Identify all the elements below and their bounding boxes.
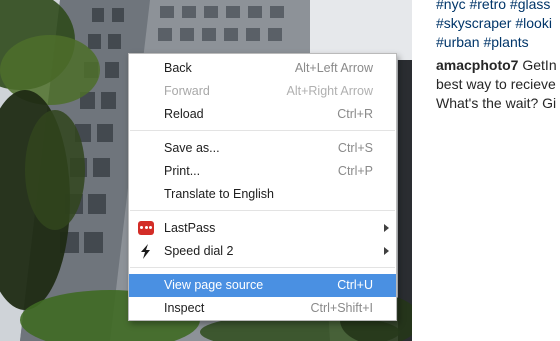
menu-item-translate[interactable]: Translate to English <box>129 183 396 206</box>
menu-item-inspect[interactable]: Inspect Ctrl+Shift+I <box>129 297 396 320</box>
menu-item-label: Print... <box>164 164 201 178</box>
menu-item-speed-dial[interactable]: Speed dial 2 <box>129 240 396 263</box>
menu-item-label: Save as... <box>164 141 220 155</box>
submenu-arrow-icon <box>384 224 389 232</box>
lastpass-icon <box>138 221 154 235</box>
hashtag-line[interactable]: #urban #plants <box>436 33 529 52</box>
menu-item-shortcut: Ctrl+U <box>337 278 373 292</box>
menu-item-label: Reload <box>164 107 204 121</box>
submenu-arrow-icon <box>384 247 389 255</box>
menu-item-print[interactable]: Print... Ctrl+P <box>129 160 396 183</box>
menu-item-label: Inspect <box>164 301 205 315</box>
menu-item-label: View page source <box>164 278 264 292</box>
menu-item-label: Translate to English <box>164 187 275 201</box>
hashtag-line[interactable]: #skyscraper #looki <box>436 14 552 33</box>
menu-item-shortcut: Ctrl+S <box>337 141 373 155</box>
post-caption-panel: #nyc #retro #glass #skyscraper #looki #u… <box>436 0 560 341</box>
menu-separator <box>130 267 395 268</box>
menu-item-shortcut: Ctrl+Shift+I <box>310 301 373 315</box>
menu-separator <box>130 130 395 131</box>
menu-item-shortcut: Alt+Left Arrow <box>294 61 373 75</box>
menu-item-shortcut: Ctrl+R <box>337 107 373 121</box>
menu-item-reload[interactable]: Reload Ctrl+R <box>129 103 396 126</box>
menu-item-shortcut: Ctrl+P <box>337 164 373 178</box>
comment-text-line: What's the wait? Gi <box>436 95 557 111</box>
comment: amacphoto7 GetIn <box>436 56 557 75</box>
lightning-bolt-icon <box>138 244 154 259</box>
menu-item-label: Back <box>164 61 192 75</box>
hashtag-line[interactable]: #nyc #retro #glass <box>436 0 550 14</box>
context-menu: Back Alt+Left Arrow Forward Alt+Right Ar… <box>128 53 397 321</box>
screen: #nyc #retro #glass #skyscraper #looki #u… <box>0 0 560 341</box>
menu-separator <box>130 210 395 211</box>
menu-item-forward[interactable]: Forward Alt+Right Arrow <box>129 80 396 103</box>
comment-username[interactable]: amacphoto7 <box>436 57 518 73</box>
menu-item-label: Forward <box>164 84 210 98</box>
menu-item-save-as[interactable]: Save as... Ctrl+S <box>129 137 396 160</box>
menu-item-shortcut: Alt+Right Arrow <box>286 84 374 98</box>
menu-item-lastpass[interactable]: LastPass <box>129 217 396 240</box>
menu-item-label: Speed dial 2 <box>164 244 234 258</box>
menu-item-label: LastPass <box>164 221 216 235</box>
comment-text-line: best way to recieve <box>436 76 556 92</box>
menu-item-back[interactable]: Back Alt+Left Arrow <box>129 57 396 80</box>
menu-item-view-source[interactable]: View page source Ctrl+U <box>129 274 396 297</box>
comment-text: GetIn <box>518 57 557 73</box>
